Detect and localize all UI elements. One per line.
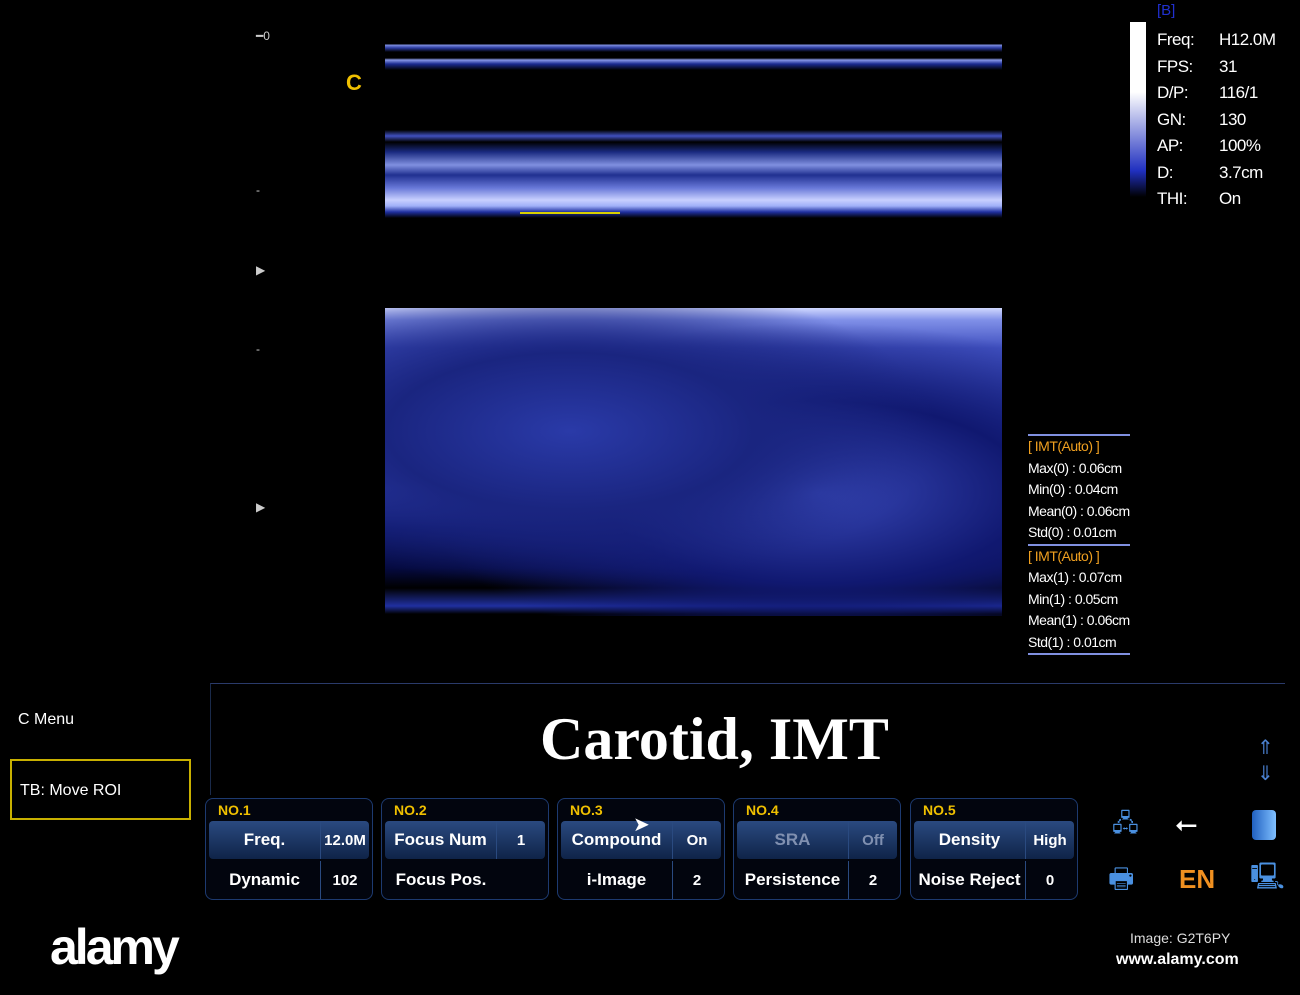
watermark-logo: alamy	[50, 919, 180, 975]
usb-icon[interactable]: ⭠	[1175, 808, 1197, 841]
compound-value: On	[686, 831, 708, 849]
param-key: THI:	[1157, 189, 1188, 208]
computer-icon[interactable]: 🖳	[1250, 858, 1285, 902]
language-indicator[interactable]: EN	[1179, 864, 1215, 895]
watermark-image-id: Image: G2T6PY	[1130, 930, 1231, 946]
param-key: AP:	[1157, 136, 1183, 155]
param-key: D:	[1157, 162, 1174, 182]
imt-header: [ IMT(Auto) ]	[1028, 547, 1100, 564]
noise-reject-value: 0	[1045, 871, 1055, 889]
view-marker: C	[346, 70, 362, 95]
imt-min: Min(0) : 0.04cm	[1028, 481, 1118, 497]
param-key: D/P:	[1157, 83, 1189, 102]
sra-button[interactable]: SRA	[737, 821, 849, 859]
freq-button[interactable]: Freq.	[209, 821, 321, 859]
imt-max: Max(0) : 0.06cm	[1028, 459, 1122, 476]
dynamic-value: 102	[332, 871, 358, 889]
focus-marker-icon: ▶	[256, 263, 266, 277]
control-panel-4: NO.4 SRA Off Persistence 2	[733, 798, 901, 900]
page-arrows: ⇑ ⇓	[1257, 735, 1274, 787]
persistence-button[interactable]: Persistence	[737, 861, 849, 899]
param-value: On	[1219, 189, 1241, 208]
page-down-icon[interactable]: ⇓	[1257, 761, 1274, 787]
param-key: FPS:	[1157, 56, 1193, 76]
persistence-value: 2	[868, 871, 878, 889]
panel-number: NO.1	[218, 802, 251, 818]
c-menu[interactable]: C Menu	[18, 711, 74, 729]
imt-mean: Mean(0) : 0.06cm	[1028, 502, 1130, 519]
imt-roi-marker	[520, 212, 620, 214]
trackball-mode[interactable]: TB: Move ROI	[10, 759, 191, 820]
param-value: 116/1	[1219, 83, 1258, 102]
freq-value: 12.0M	[324, 831, 366, 849]
depth-tick: -	[256, 342, 260, 356]
mode-label: [B]	[1157, 2, 1176, 19]
panel-number: NO.2	[394, 802, 427, 818]
density-value: High	[1033, 831, 1067, 849]
panel-number: NO.3	[570, 802, 603, 818]
page-up-icon[interactable]: ⇑	[1257, 735, 1274, 761]
imt-min: Min(1) : 0.05cm	[1028, 590, 1118, 607]
noise-reject-button[interactable]: Noise Reject	[914, 861, 1026, 899]
ultrasound-image-longitudinal	[385, 40, 1002, 220]
param-key: Freq:	[1157, 30, 1195, 49]
storage-icon[interactable]	[1252, 810, 1276, 840]
network-icon[interactable]: 🖧	[1112, 806, 1139, 847]
param-value: 3.7cm	[1219, 162, 1263, 182]
control-panel-2: NO.2 Focus Num 1 Focus Pos.	[381, 798, 549, 900]
imt-std: Std(0) : 0.01cm	[1028, 522, 1130, 546]
depth-tick: -	[256, 183, 260, 197]
focus-num-value: 1	[516, 831, 526, 849]
param-value: 130	[1219, 109, 1246, 129]
focus-marker-icon: ▶	[256, 500, 266, 514]
sra-value: Off	[862, 831, 884, 849]
param-value: 31	[1219, 56, 1237, 76]
panel-number: NO.5	[923, 802, 956, 818]
grayscale-bar	[1130, 22, 1146, 197]
dynamic-button[interactable]: Dynamic	[209, 861, 321, 899]
panel-number: NO.4	[746, 802, 779, 818]
param-key: GN:	[1157, 109, 1186, 129]
control-panel-1: NO.1 Freq. 12.0M Dynamic 102	[205, 798, 373, 900]
mouse-cursor-icon: ➤	[633, 814, 650, 836]
depth-scale-zero: ━0	[256, 29, 270, 43]
param-value: H12.0M	[1219, 30, 1276, 49]
focus-num-button[interactable]: Focus Num	[385, 821, 497, 859]
exam-title: Carotid, IMT	[540, 706, 889, 772]
control-panel-5: NO.5 Density High Noise Reject 0	[910, 798, 1078, 900]
imt-results: [ IMT(Auto) ] Max(0) : 0.06cm Min(0) : 0…	[1028, 434, 1130, 655]
focus-pos-button[interactable]: Focus Pos.	[385, 861, 497, 899]
param-value: 100%	[1219, 136, 1261, 155]
ultrasound-image-cross	[385, 308, 1002, 616]
printer-icon[interactable]: 🖶	[1108, 858, 1134, 906]
imt-max: Max(1) : 0.07cm	[1028, 569, 1122, 585]
density-button[interactable]: Density	[914, 821, 1026, 859]
i-image-button[interactable]: i-Image	[561, 861, 673, 899]
scan-params: Freq: H12.0M FPS: 31 D/P: 116/1 GN: 130 AP: 1…	[1157, 27, 1276, 213]
imt-mean: Mean(1) : 0.06cm	[1028, 612, 1130, 628]
imt-std: Std(1) : 0.01cm	[1028, 632, 1130, 655]
i-image-value: 2	[692, 871, 702, 889]
watermark-site: www.alamy.com	[1116, 951, 1239, 968]
depth-zero-label: 0	[263, 29, 270, 43]
imt-header: [ IMT(Auto) ]	[1028, 434, 1130, 458]
compound-button[interactable]: Compound	[561, 821, 673, 859]
